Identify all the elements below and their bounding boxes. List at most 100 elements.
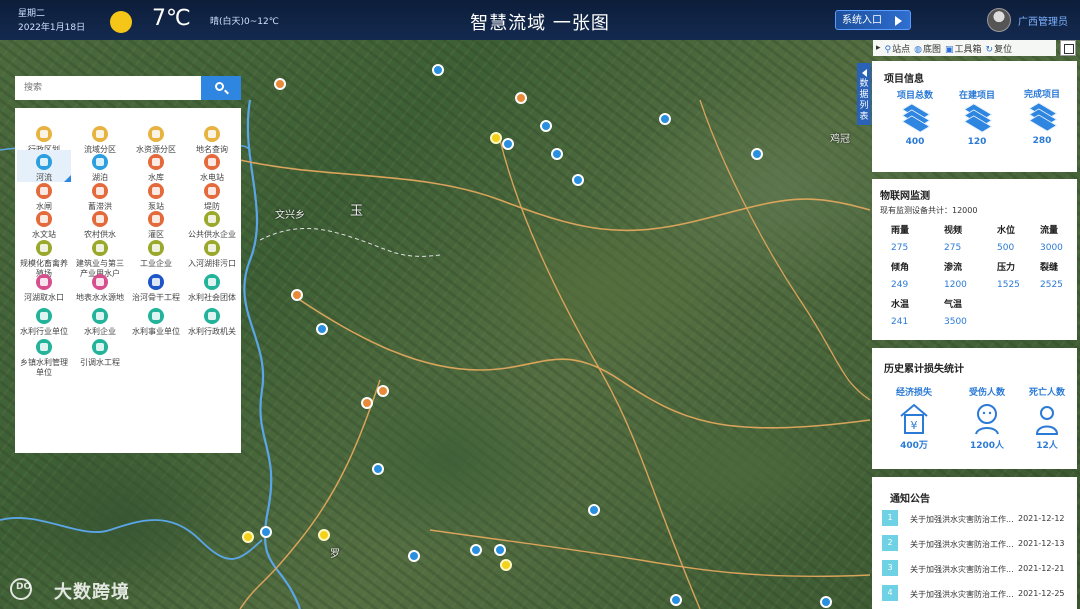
layer-item[interactable]: 泵站 — [129, 183, 183, 212]
project-total-stat[interactable]: 项目总数 400 — [887, 88, 943, 147]
toolbar-basemap-button[interactable]: ◍底图 — [914, 42, 941, 55]
fullscreen-icon[interactable] — [1060, 40, 1076, 56]
notice-item[interactable]: 4 关于加强洪水灾害防治工作... 2021-12-25 — [882, 584, 1072, 602]
toolbar-reset-button[interactable]: ↻复位 — [986, 42, 1013, 55]
iot-stat[interactable]: 倾角 249 — [891, 260, 941, 290]
search-input[interactable] — [15, 76, 201, 100]
iot-stat[interactable]: 气温 3500 — [944, 297, 994, 327]
notice-title[interactable]: 关于加强洪水灾害防治工作... — [910, 564, 1014, 575]
death-stat[interactable]: 死亡人数 12人 — [1017, 385, 1077, 451]
layer-item[interactable]: 河湖取水口 — [17, 274, 71, 303]
map-station-marker[interactable] — [670, 594, 682, 606]
map-station-marker[interactable] — [540, 120, 552, 132]
iot-stat[interactable]: 雨量 275 — [891, 223, 941, 253]
layer-item[interactable]: 地表水水源地 — [73, 274, 127, 303]
notice-item[interactable]: 1 关于加强洪水灾害防治工作... 2021-12-12 — [882, 509, 1072, 527]
iot-stat-value: 275 — [944, 243, 962, 253]
map-station-marker[interactable] — [260, 526, 272, 538]
notice-title[interactable]: 关于加强洪水灾害防治工作... — [910, 514, 1014, 525]
map-station-marker[interactable] — [372, 463, 384, 475]
layer-item[interactable]: 水电站 — [185, 154, 239, 183]
map-station-marker[interactable] — [432, 64, 444, 76]
layer-item[interactable]: 水利行政机关 — [185, 308, 239, 337]
layer-item[interactable]: 地名查询 — [185, 126, 239, 155]
layer-label: 水利事业单位 — [132, 327, 180, 336]
map-station-marker[interactable] — [751, 148, 763, 160]
map-facility-marker[interactable] — [274, 78, 286, 90]
layer-item[interactable]: 堤防 — [185, 183, 239, 212]
iot-stat[interactable]: 水温 241 — [891, 297, 941, 327]
iot-stat[interactable]: 裂缝 2525 — [1040, 260, 1080, 290]
layer-label: 湖泊 — [92, 173, 108, 182]
data-tab-char: 表 — [859, 112, 869, 122]
iot-stat[interactable]: 视频 275 — [944, 223, 994, 253]
layer-item[interactable]: 水闸 — [17, 183, 71, 212]
map-facility-marker[interactable] — [361, 397, 373, 409]
public-water-icon — [204, 211, 220, 227]
data-list-tab[interactable]: 数 据 列 表 — [857, 63, 871, 125]
map-station-marker[interactable] — [316, 323, 328, 335]
notice-item[interactable]: 2 关于加强洪水灾害防治工作... 2021-12-13 — [882, 534, 1072, 552]
map-station-marker[interactable] — [820, 596, 832, 608]
map-station-marker[interactable] — [572, 174, 584, 186]
layer-item[interactable]: 湖泊 — [73, 154, 127, 183]
layer-item[interactable]: 水文站 — [17, 211, 71, 240]
project-done-stat[interactable]: 完成项目 280 — [1014, 87, 1070, 146]
panel-title: 物联网监测 — [880, 191, 930, 202]
layer-item[interactable]: 公共供水企业 — [185, 211, 239, 240]
toolbar-toolbox-button[interactable]: ▣工具箱 — [945, 42, 982, 55]
map-station-marker[interactable] — [551, 148, 563, 160]
panel-title: 项目信息 — [884, 74, 924, 85]
layer-item[interactable]: 水资源分区 — [129, 126, 183, 155]
layer-item[interactable]: 河流 — [17, 150, 71, 182]
map-station-marker[interactable] — [659, 113, 671, 125]
layer-item[interactable]: 治河骨干工程 — [129, 274, 183, 303]
layer-item[interactable]: 农村供水 — [73, 211, 127, 240]
user-name[interactable]: 广西管理员 — [1018, 13, 1068, 28]
layer-item[interactable]: 灌区 — [129, 211, 183, 240]
layer-item[interactable]: 工业企业 — [129, 240, 183, 269]
layer-item[interactable]: 水库 — [129, 154, 183, 183]
layer-item[interactable]: 引调水工程 — [73, 339, 127, 368]
layer-item[interactable]: 水利企业 — [73, 308, 127, 337]
iot-stat-value: 3500 — [944, 317, 967, 327]
layer-item[interactable]: 蓄滞洪 — [73, 183, 127, 212]
map-station-marker[interactable] — [408, 550, 420, 562]
layer-item[interactable]: 水利行业单位 — [17, 308, 71, 337]
layer-item[interactable]: 入河湖排污口 — [185, 240, 239, 269]
iot-stat[interactable]: 渗流 1200 — [944, 260, 994, 290]
layer-item[interactable]: 水利事业单位 — [129, 308, 183, 337]
iot-stat[interactable]: 流量 3000 — [1040, 223, 1080, 253]
map-station-marker[interactable] — [502, 138, 514, 150]
project-ongoing-stat[interactable]: 在建项目 120 — [949, 88, 1005, 147]
map-alert-marker[interactable] — [318, 529, 330, 541]
map-facility-marker[interactable] — [377, 385, 389, 397]
injured-stat[interactable]: 受伤人数 1200人 — [957, 385, 1017, 451]
iot-monitor-panel: 物联网监测 现有监测设备共计：12000 雨量 275 视频 275 水位 500 流量 30… — [872, 179, 1077, 340]
map-alert-marker[interactable] — [242, 531, 254, 543]
layer-item[interactable]: 流域分区 — [73, 126, 127, 155]
notice-title[interactable]: 关于加强洪水灾害防治工作... — [910, 589, 1014, 600]
stat-label: 在建项目 — [958, 91, 995, 101]
map-station-marker[interactable] — [588, 504, 600, 516]
map-station-marker[interactable] — [494, 544, 506, 556]
map-alert-marker[interactable] — [500, 559, 512, 571]
search-button[interactable] — [201, 76, 241, 100]
map-facility-marker[interactable] — [291, 289, 303, 301]
avatar[interactable] — [987, 8, 1011, 32]
map-facility-marker[interactable] — [515, 92, 527, 104]
notice-title[interactable]: 关于加强洪水灾害防治工作... — [910, 539, 1014, 550]
map-alert-marker[interactable] — [490, 132, 502, 144]
toolbar-site-button[interactable]: ⚲站点 — [885, 42, 911, 55]
layer-item[interactable]: 水利社会团体 — [185, 274, 239, 303]
panel-title: 通知公告 — [890, 494, 930, 505]
layer-label: 河湖取水口 — [24, 293, 64, 302]
water-enterprise-icon — [92, 308, 108, 324]
map-station-marker[interactable] — [470, 544, 482, 556]
layer-item[interactable]: 乡镇水利管理单位 — [17, 339, 71, 378]
economic-loss-stat[interactable]: 经济损失 ¥ 400万 — [884, 385, 944, 451]
map-label: 文兴乡 — [275, 210, 305, 221]
system-entry-button[interactable]: 系统入口 — [835, 10, 911, 30]
notice-item[interactable]: 3 关于加强洪水灾害防治工作... 2021-12-21 — [882, 559, 1072, 577]
economic-loss-icon: ¥ — [900, 403, 928, 434]
